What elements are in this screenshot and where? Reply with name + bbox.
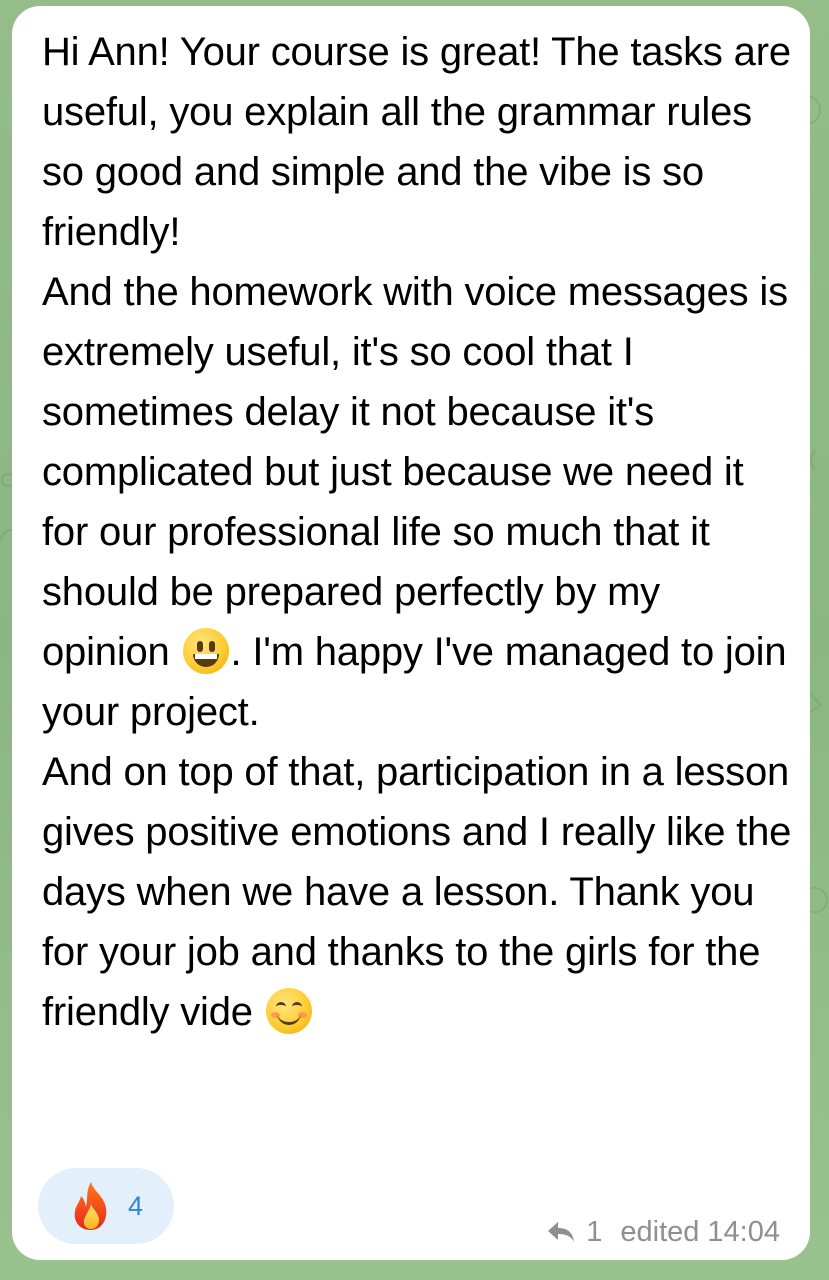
edited-label: edited bbox=[620, 1215, 700, 1248]
fire-icon bbox=[74, 1182, 107, 1230]
message-bubble[interactable]: Hi Ann! Your course is great! The tasks … bbox=[11, 6, 810, 1260]
reply-count[interactable]: 1 bbox=[586, 1216, 602, 1249]
reply-arrow-icon[interactable] bbox=[546, 1220, 576, 1244]
message-paragraph-1: Hi Ann! Your course is great! The tasks … bbox=[42, 30, 802, 254]
smiling-face-icon bbox=[265, 988, 312, 1034]
reaction-count: 4 bbox=[128, 1190, 144, 1221]
message-paragraph-3: And on top of that, participation in a l… bbox=[42, 750, 803, 1034]
message-text: Hi Ann! Your course is great! The tasks … bbox=[42, 22, 792, 1042]
message-tail bbox=[11, 1218, 43, 1240]
reaction-fire-button[interactable]: 4 bbox=[38, 1168, 174, 1244]
grinning-face-icon bbox=[182, 628, 229, 674]
message-paragraph-2: And the homework with voice messages is … bbox=[42, 270, 799, 674]
message-time: 14:04 bbox=[707, 1215, 780, 1248]
message-meta: 1 edited 14:04 bbox=[546, 1212, 780, 1252]
